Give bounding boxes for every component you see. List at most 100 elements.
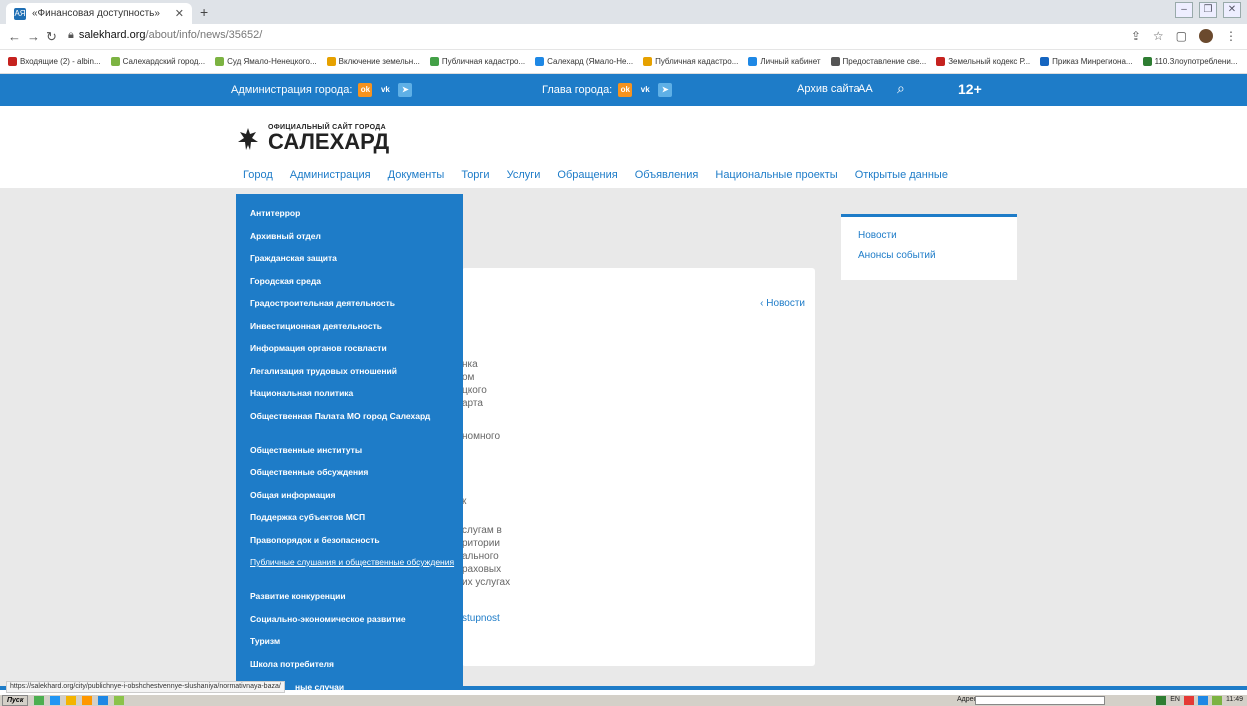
dropdown-item[interactable]: Информация органов госвласти — [236, 343, 463, 366]
app-icon[interactable] — [114, 696, 125, 705]
head-label: Глава города: — [542, 84, 613, 96]
nav-administration[interactable]: Администрация — [290, 169, 371, 181]
bookmark-item[interactable]: Суд Ямало-Ненецкого... — [215, 57, 317, 66]
nav-appeals[interactable]: Обращения — [557, 169, 617, 181]
dropdown-item[interactable]: Инвестиционная деятельность — [236, 321, 463, 344]
nav-documents[interactable]: Документы — [388, 169, 445, 181]
explorer-icon[interactable] — [50, 696, 61, 705]
network-icon[interactable] — [1156, 696, 1167, 705]
bookmark-item[interactable]: Входящие (2) - albin... — [8, 57, 101, 66]
age-rating: 12+ — [958, 81, 982, 97]
bookmark-item[interactable]: Личный кабинет — [748, 57, 821, 66]
chrome-icon[interactable] — [66, 696, 77, 705]
bookmark-favicon-icon — [8, 57, 17, 66]
bookmark-item[interactable]: Салехард (Ямало-Не... — [535, 57, 633, 66]
reload-icon[interactable]: ↻ — [46, 29, 57, 45]
vk-icon[interactable]: vk — [378, 83, 393, 97]
close-window-icon[interactable]: ✕ — [1223, 2, 1241, 18]
dropdown-item[interactable]: Архивный отдел — [236, 231, 463, 254]
bookmark-item[interactable]: Предоставление све... — [830, 57, 926, 66]
sidebar-link-events[interactable]: Анонсы событий — [858, 250, 1017, 261]
nav-city[interactable]: Город — [243, 169, 273, 181]
nav-national-projects[interactable]: Национальные проекты — [715, 169, 837, 181]
bookmark-star-icon[interactable]: ☆ — [1153, 29, 1164, 43]
dropdown-item[interactable]: Общественные обсуждения — [236, 467, 463, 490]
dropdown-item[interactable]: Развитие конкуренции — [236, 591, 463, 614]
minimize-icon[interactable]: – — [1175, 2, 1193, 18]
desktop-icon[interactable] — [34, 696, 45, 705]
search-icon[interactable]: ⌕ — [897, 80, 905, 97]
telegram-icon[interactable]: ➤ — [658, 83, 673, 97]
dropdown-item[interactable]: Правопорядок и безопасность — [236, 535, 463, 558]
back-arrow-icon[interactable]: ← — [8, 29, 21, 44]
nav-open-data[interactable]: Открытые данные — [855, 169, 948, 181]
taskbar-address-input[interactable] — [975, 696, 1105, 705]
back-to-news-link[interactable]: ‹ Новости — [760, 298, 805, 309]
restore-icon[interactable]: ❐ — [1199, 2, 1217, 18]
dropdown-item[interactable]: Национальная политика — [236, 388, 463, 411]
site-logo[interactable]: ОФИЦИАЛЬНЫЙ САЙТ ГОРОДА САЛЕХАРД — [236, 124, 389, 153]
close-tab-icon[interactable]: ✕ — [175, 7, 184, 20]
bookmark-favicon-icon — [535, 57, 545, 66]
profile-avatar[interactable] — [1199, 29, 1213, 43]
browser-toolbar-right: ⇪ ☆ ▢ ⋮ — [1131, 29, 1237, 43]
main-nav: Город Администрация Документы Торги Услу… — [243, 169, 948, 181]
folder-icon[interactable] — [82, 696, 93, 705]
dropdown-item[interactable]: Антитеррор — [236, 208, 463, 231]
antivirus-icon[interactable] — [1184, 696, 1194, 705]
archive-link[interactable]: Архив сайта — [797, 83, 860, 95]
telegram-icon[interactable]: ➤ — [398, 83, 413, 97]
tray-app-icon[interactable] — [1198, 696, 1208, 705]
odnoklassniki-icon[interactable]: ok — [618, 83, 633, 97]
dropdown-item[interactable]: Туризм — [236, 636, 463, 659]
dropdown-item[interactable]: Школа потребителя — [236, 659, 463, 682]
nav-services[interactable]: Услуги — [507, 169, 541, 181]
nav-tenders[interactable]: Торги — [461, 169, 489, 181]
bookmark-favicon-icon — [1142, 57, 1152, 66]
dropdown-item[interactable]: Общая информация — [236, 490, 463, 513]
bookmark-item[interactable]: Публичная кадастро... — [429, 57, 525, 66]
font-size-toggle[interactable]: AA — [858, 83, 873, 95]
bookmark-favicon-icon — [936, 57, 946, 66]
word-icon[interactable] — [98, 696, 109, 705]
browser-tab[interactable]: АЯ «Финансовая доступность» ✕ — [6, 3, 192, 24]
start-button[interactable]: Пуск — [2, 695, 29, 706]
city-crest-icon — [238, 127, 258, 150]
url-field[interactable]: 🔒︎ salekhard.org/about/info/news/35652/ — [68, 29, 262, 42]
article-text-fragment: ом — [462, 372, 475, 383]
bookmark-item[interactable]: Земельный кодекс Р... — [936, 57, 1030, 66]
dropdown-item[interactable]: Городская среда — [236, 276, 463, 299]
new-tab-button[interactable]: + — [200, 4, 208, 20]
sidepanel-icon[interactable]: ▢ — [1176, 29, 1187, 43]
window-controls: – ❐ ✕ — [1175, 2, 1241, 18]
volume-icon[interactable] — [1212, 696, 1222, 705]
dropdown-item[interactable]: Гражданская защита — [236, 253, 463, 276]
article-text-fragment: цкого — [462, 385, 487, 396]
menu-kebab-icon[interactable]: ⋮ — [1225, 29, 1237, 43]
bookmark-item[interactable]: 110.Злоупотреблени... — [1142, 57, 1237, 66]
odnoklassniki-icon[interactable]: ok — [358, 83, 373, 97]
article-link-fragment[interactable]: stupnost — [462, 612, 500, 625]
admin-label: Администрация города: — [231, 84, 353, 96]
dropdown-item[interactable]: Поддержка субъектов МСП — [236, 512, 463, 535]
dropdown-item[interactable]: Легализация трудовых отношений — [236, 366, 463, 389]
address-bar-row: ← → ↻ 🔒︎ salekhard.org/about/info/news/35… — [0, 24, 1247, 50]
bookmark-item[interactable]: Включение земельн... — [326, 57, 420, 66]
bookmark-item[interactable]: Салехардский город... — [110, 57, 205, 66]
dropdown-item[interactable]: Социально-экономическое развитие — [236, 614, 463, 637]
share-icon[interactable]: ⇪ — [1131, 29, 1141, 43]
forward-arrow-icon[interactable]: → — [27, 29, 40, 44]
vk-icon[interactable]: vk — [638, 83, 653, 97]
article-text-fragment: нка — [462, 359, 478, 370]
sidebar-link-news[interactable]: Новости — [858, 230, 1017, 241]
dropdown-item[interactable]: Градостроительная деятельность — [236, 298, 463, 321]
lock-icon: 🔒︎ — [68, 29, 74, 41]
dropdown-item[interactable]: Общественные институты — [236, 445, 463, 468]
nav-announcements[interactable]: Объявления — [635, 169, 699, 181]
bookmark-item[interactable]: Приказ Минрегиона... — [1040, 57, 1133, 66]
dropdown-item[interactable]: Публичные слушания и общественные обсужд… — [236, 557, 463, 591]
dropdown-item-partial[interactable]: ные случаи — [295, 682, 344, 692]
dropdown-item[interactable]: Общественная Палата МО город Салехард — [236, 411, 463, 445]
bookmark-item[interactable]: Публичная кадастро... — [643, 57, 738, 66]
language-indicator[interactable]: EN — [1170, 696, 1180, 705]
